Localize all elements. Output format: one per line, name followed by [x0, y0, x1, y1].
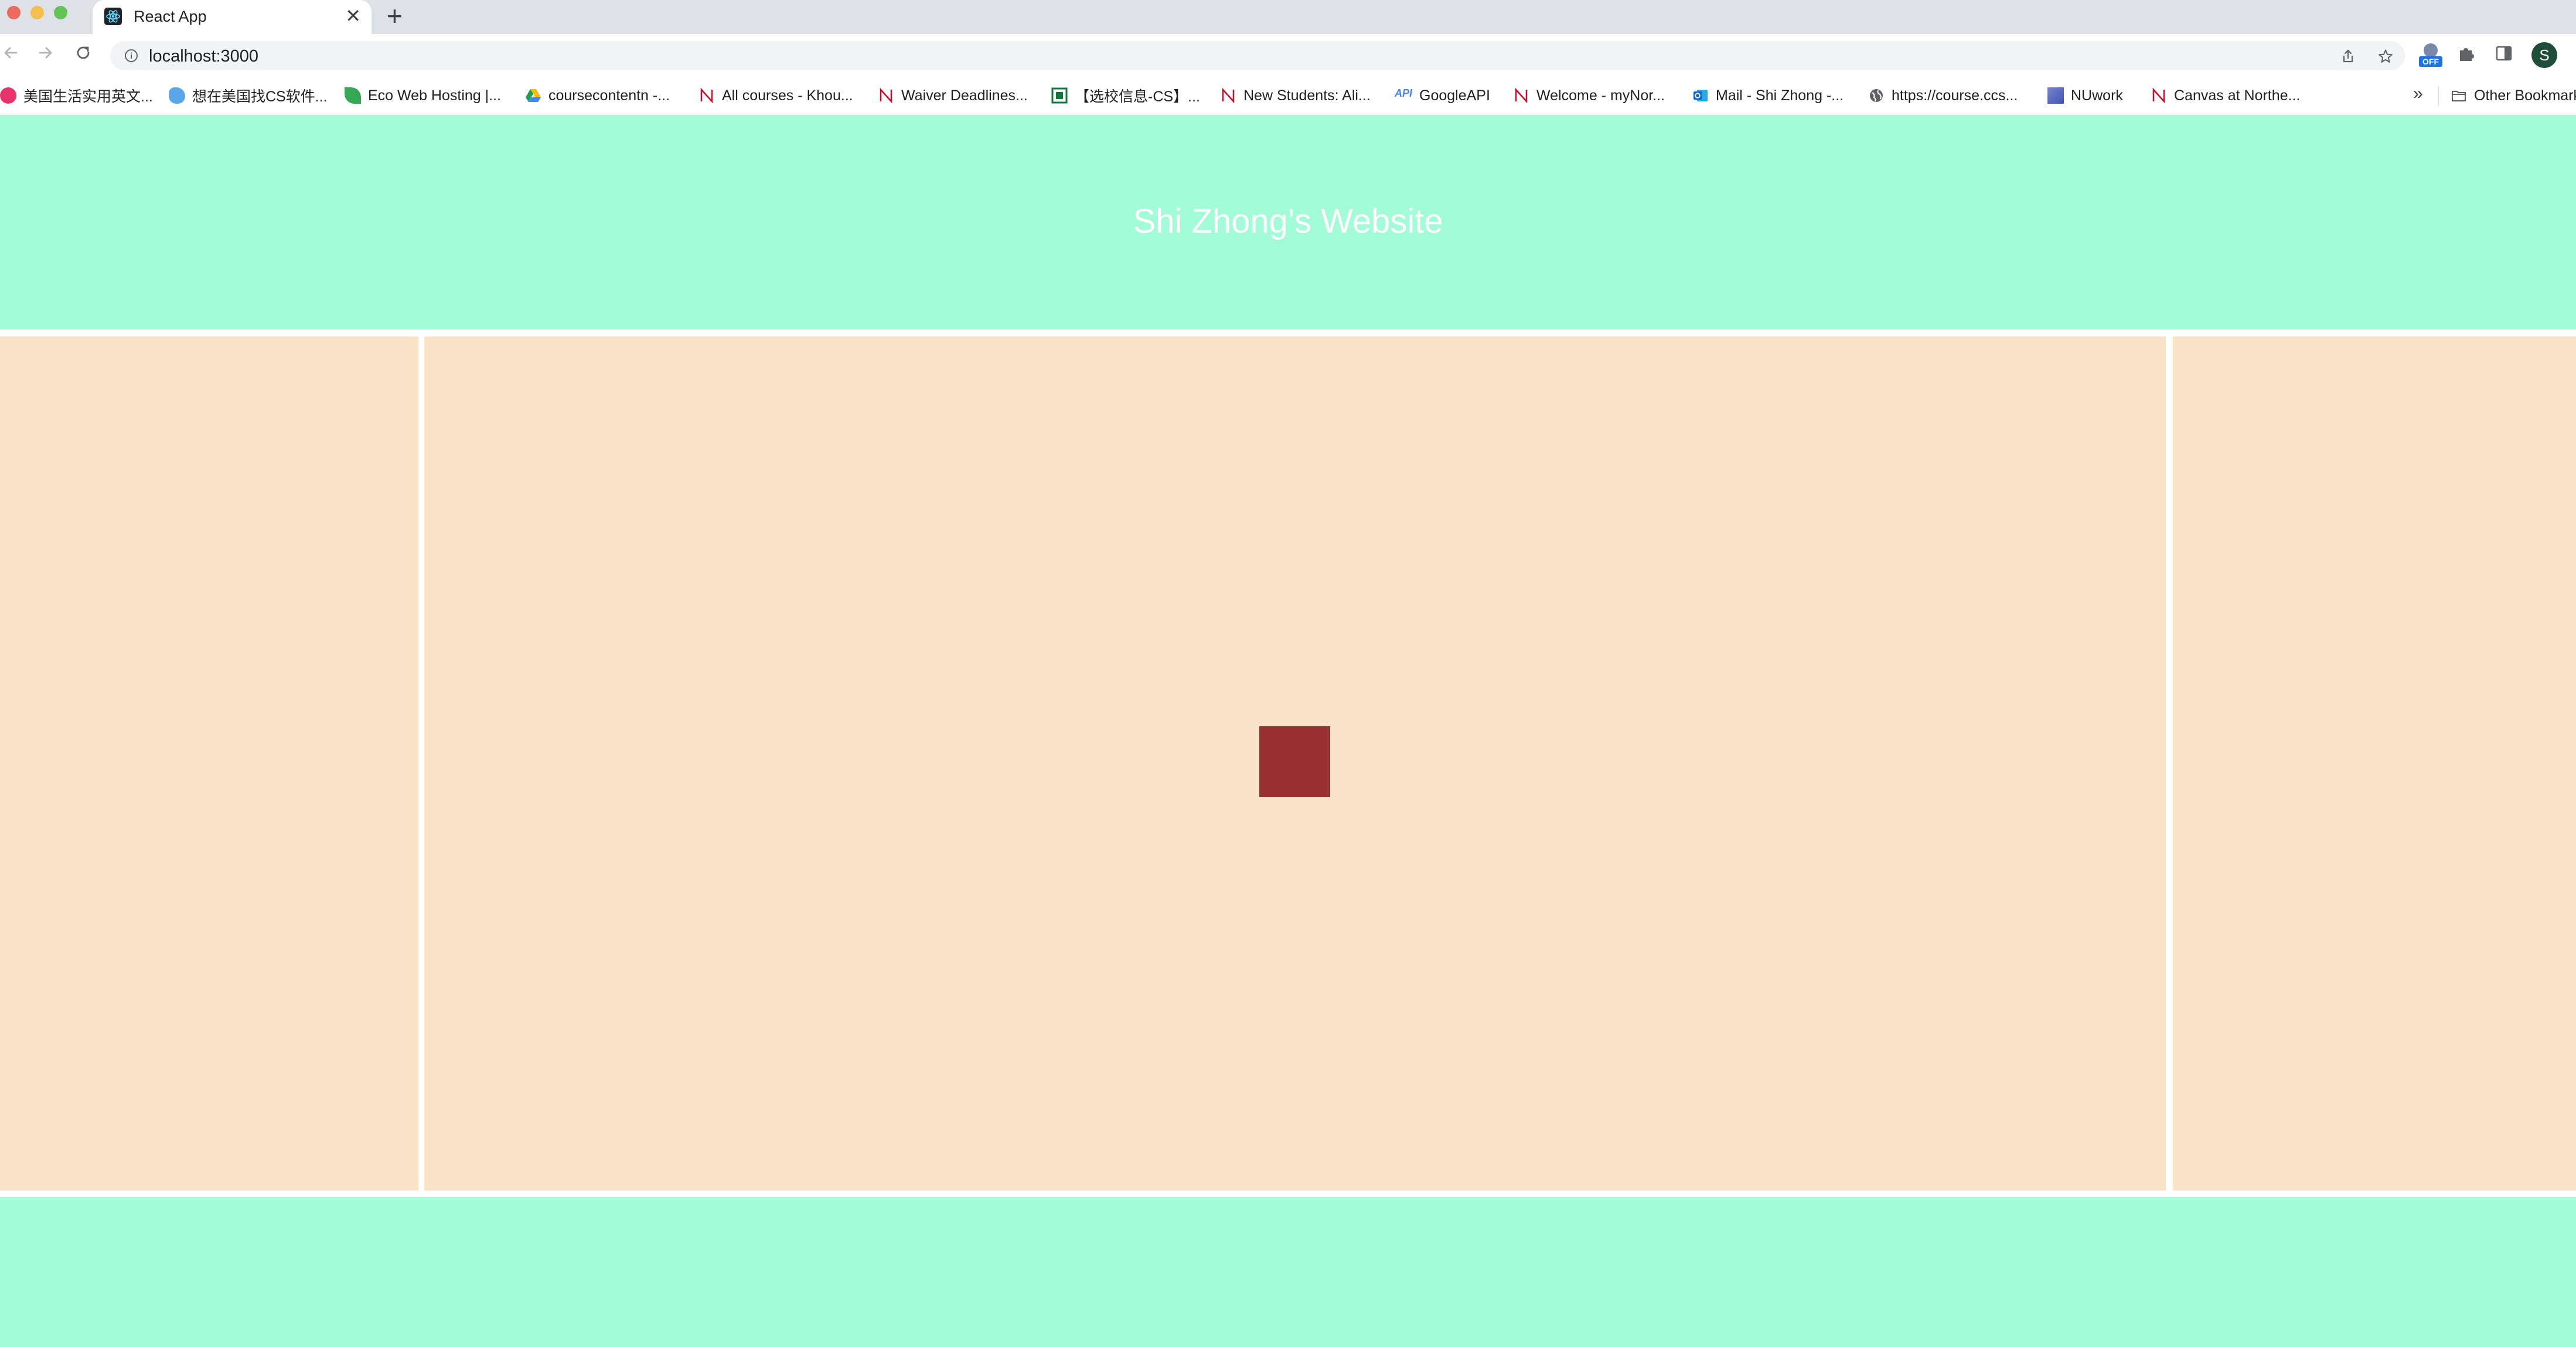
bookmark-item[interactable]: Canvas at Northe... [2151, 85, 2300, 106]
site-title: Shi Zhong's Website [1133, 202, 1443, 240]
tab-title: React App [134, 8, 207, 25]
bookmark-label: 【选校信息-CS】... [1075, 89, 1200, 105]
bookmark-item[interactable]: New Students: Ali... [1220, 85, 1371, 106]
bookmark-item[interactable]: Welcome - myNor... [1513, 85, 1665, 106]
bookmarks-divider [2438, 86, 2439, 106]
bookmark-bird-icon [169, 87, 185, 104]
bookmark-leaf-icon [345, 87, 361, 104]
bookmark-item[interactable]: Mail - Shi Zhong -... [1692, 85, 1844, 106]
extension-off-icon[interactable]: OFF [2418, 41, 2444, 69]
bookmark-label: New Students: Ali... [1243, 87, 1371, 104]
bookmark-green-square-icon [1051, 87, 1068, 104]
bookmark-label: Waiver Deadlines... [901, 87, 1028, 104]
bookmark-item[interactable]: 美国生活实用英文... [0, 85, 153, 106]
browser-tab[interactable]: React App ✕ [93, 0, 372, 34]
site-footer [0, 1197, 2576, 1347]
red-square-box [1259, 726, 1330, 797]
bookmark-label: 想在美国找CS软件... [192, 89, 328, 105]
bookmark-label: Mail - Shi Zhong -... [1716, 87, 1844, 104]
outlook-icon [1694, 90, 1708, 101]
browser-toolbar: localhost:3000 OFF S [0, 34, 2576, 78]
new-tab-button[interactable]: + [387, 2, 403, 29]
site-header: Shi Zhong's Website [0, 115, 2576, 329]
bookmark-item[interactable]: 想在美国找CS软件... [169, 85, 328, 106]
close-tab-icon[interactable]: ✕ [345, 6, 361, 26]
close-window-button[interactable] [7, 6, 21, 19]
bookmark-item[interactable]: Eco Web Hosting |... [345, 85, 501, 106]
minimize-window-button[interactable] [30, 6, 44, 19]
site-info-icon[interactable] [124, 49, 138, 63]
nuwork-icon [2047, 87, 2064, 104]
reload-icon[interactable] [73, 42, 94, 63]
extensions-puzzle-icon[interactable] [2456, 43, 2476, 63]
tab-strip: React App ✕ + [0, 0, 2576, 34]
profile-avatar[interactable]: S [2531, 42, 2557, 68]
folder-icon [2451, 90, 2466, 102]
bookmark-item[interactable]: API GoogleAPI [1395, 85, 1490, 106]
northeastern-n-icon [700, 87, 713, 104]
northeastern-n-icon [880, 87, 892, 104]
bookmark-label: NUwork [2071, 87, 2123, 104]
left-sidebar-panel [0, 336, 418, 1190]
back-arrow-icon[interactable] [0, 42, 21, 63]
northeastern-n-icon [2152, 87, 2165, 104]
url-text[interactable]: localhost:3000 [149, 47, 258, 66]
bookmark-label: Welcome - myNor... [1536, 87, 1665, 104]
bookmark-label: https://course.ccs... [1892, 87, 2018, 104]
bookmark-item[interactable]: 【选校信息-CS】... [1051, 85, 1200, 106]
globe-icon [1870, 89, 1883, 102]
side-panel-icon[interactable] [2495, 45, 2513, 62]
api-icon: API [1395, 87, 1413, 99]
page-viewport: Shi Zhong's Website [0, 115, 2576, 1347]
address-bar[interactable]: localhost:3000 [110, 41, 2405, 70]
bookmarks-bar: 美国生活实用英文... 想在美国找CS软件... Eco Web Hosting… [0, 78, 2576, 114]
bookmark-item[interactable]: All courses - Khou... [698, 85, 853, 106]
bookmark-label: Canvas at Northe... [2174, 87, 2301, 104]
bookmark-label: coursecontentn -... [548, 87, 670, 104]
more-bookmarks-chevron-icon[interactable]: » [2413, 84, 2423, 104]
right-sidebar-panel [2173, 336, 2576, 1190]
share-icon[interactable] [2340, 49, 2356, 64]
bookmark-label: Eco Web Hosting |... [368, 87, 501, 104]
bookmark-red-flower-icon [0, 87, 16, 104]
bookmark-item[interactable]: NUwork [2047, 85, 2123, 106]
bookmark-item[interactable]: https://course.ccs... [1868, 85, 2018, 106]
main-content-panel [424, 336, 2166, 1190]
other-bookmarks-label: Other Bookmarks [2474, 87, 2576, 104]
bookmark-label: 美国生活实用英文... [23, 89, 153, 105]
bookmark-item[interactable]: Waiver Deadlines... [878, 85, 1028, 106]
northeastern-n-icon [1222, 87, 1235, 104]
northeastern-n-icon [1515, 87, 1528, 104]
google-drive-icon [526, 89, 541, 102]
zoom-window-button[interactable] [54, 6, 67, 19]
bookmark-item[interactable]: coursecontentn -... [525, 85, 670, 106]
bookmark-label: GoogleAPI [1419, 87, 1490, 104]
extension-off-badge: OFF [2422, 57, 2439, 66]
bookmark-star-icon[interactable] [2378, 49, 2393, 64]
bookmark-label: All courses - Khou... [722, 87, 853, 104]
react-icon [104, 8, 122, 25]
other-bookmarks-button[interactable]: Other Bookmarks [2451, 85, 2576, 106]
forward-arrow-icon[interactable] [35, 42, 56, 63]
